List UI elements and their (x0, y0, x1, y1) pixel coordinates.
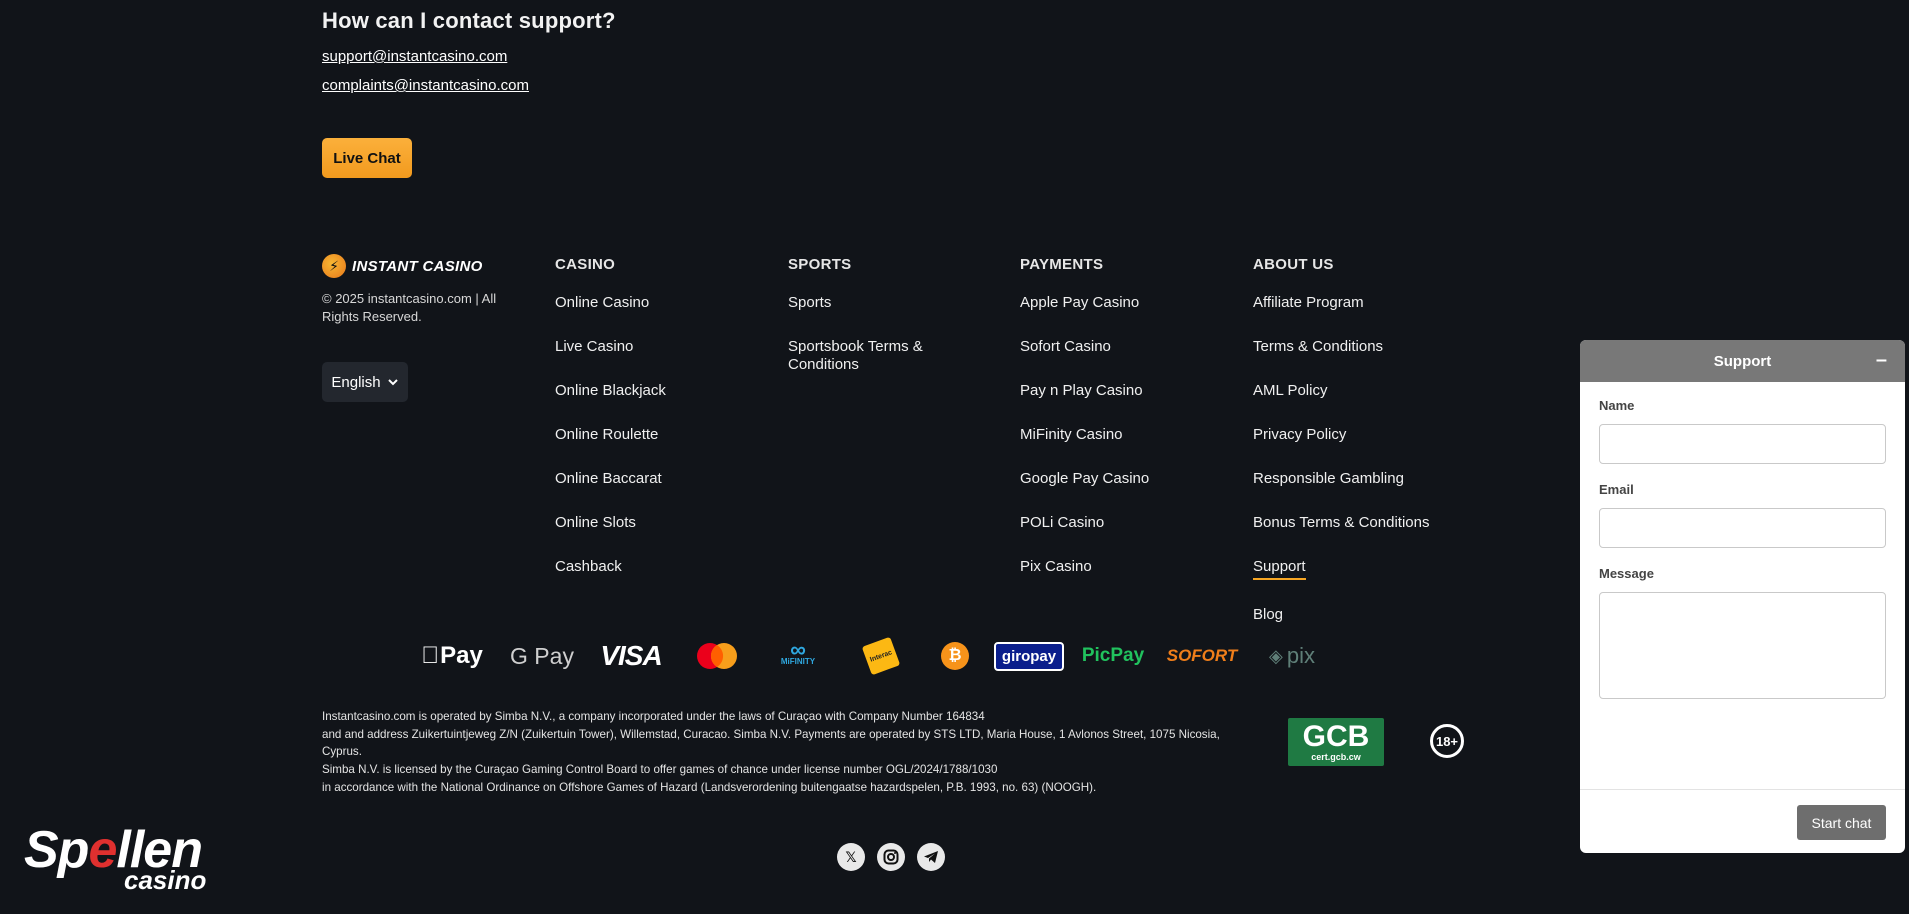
interac-icon: Interac (861, 636, 901, 676)
footer-link[interactable]: Blog (1253, 606, 1429, 624)
google-pay-icon: G Pay (510, 642, 574, 669)
footer-link[interactable]: Apple Pay Casino (1020, 294, 1149, 312)
start-chat-button[interactable]: Start chat (1797, 805, 1886, 840)
column-heading: ABOUT US (1253, 256, 1334, 273)
footer-link[interactable]: Pix Casino (1020, 558, 1149, 576)
support-email-link[interactable]: support@instantcasino.com (322, 48, 616, 65)
footer-link[interactable]: Terms & Conditions (1253, 338, 1429, 356)
footer-link[interactable]: Cashback (555, 558, 666, 576)
footer-link[interactable]: Bonus Terms & Conditions (1253, 514, 1429, 532)
pix-icon: ◈ pix (1269, 643, 1315, 668)
bitcoin-icon: ₿ (940, 638, 970, 674)
picpay-icon: PicPay (1081, 645, 1145, 666)
footer-link[interactable]: Sofort Casino (1020, 338, 1149, 356)
name-label: Name (1599, 398, 1635, 413)
minimize-icon[interactable]: – (1876, 349, 1887, 372)
footer-link[interactable]: AML Policy (1253, 382, 1429, 400)
name-field[interactable] (1599, 424, 1886, 464)
support-widget-title: Support (1713, 352, 1772, 370)
telegram-icon[interactable] (917, 843, 945, 871)
mifinity-icon: ∞ MiFINITY (780, 637, 816, 667)
footer-link[interactable]: Privacy Policy (1253, 426, 1429, 444)
instant-casino-logo[interactable]: ⚡ INSTANT CASINO (322, 254, 512, 278)
footer-link-support-active[interactable]: Support (1253, 558, 1306, 580)
gcb-certificate-badge[interactable]: GCB cert.gcb.cw (1288, 718, 1384, 766)
spellen-casino-watermark: Spellen casino (24, 821, 207, 895)
message-label: Message (1599, 566, 1654, 581)
footer-link[interactable]: Online Blackjack (555, 382, 666, 400)
footer-link[interactable]: Online Baccarat (555, 470, 666, 488)
language-selector[interactable]: English (322, 362, 408, 402)
language-label: English (331, 373, 381, 391)
giropay-icon: giropay (993, 638, 1065, 674)
footer-link[interactable]: Live Casino (555, 338, 666, 356)
support-widget-footer: Start chat (1580, 789, 1905, 853)
message-field[interactable] (1599, 592, 1886, 699)
footer-column-sports: SPORTS Sports Sportsbook Terms & Conditi… (788, 256, 938, 400)
support-widget-header: Support – (1580, 340, 1905, 382)
footer-link[interactable]: Responsible Gambling (1253, 470, 1429, 488)
lightning-icon: ⚡ (322, 254, 346, 278)
visa-icon: VISA (600, 640, 662, 671)
footer-link[interactable]: Sports (788, 294, 938, 312)
support-form: Name Email Message (1580, 382, 1905, 699)
footer-link[interactable]: Online Slots (555, 514, 666, 532)
sofort-icon: SOFORT (1166, 646, 1238, 665)
footer-link[interactable]: Online Casino (555, 294, 666, 312)
footer-column-payments: PAYMENTS Apple Pay Casino Sofort Casino … (1020, 256, 1149, 602)
column-heading: PAYMENTS (1020, 256, 1104, 273)
contact-title: How can I contact support? (322, 8, 616, 33)
footer-link[interactable]: MiFinity Casino (1020, 426, 1149, 444)
age-restriction-icon: 18+ (1430, 724, 1464, 758)
footer-link[interactable]: Pay n Play Casino (1020, 382, 1149, 400)
footer-column-about-us: ABOUT US Affiliate Program Terms & Condi… (1253, 256, 1429, 650)
social-links: 𝕏 (837, 843, 945, 871)
complaints-email-link[interactable]: complaints@instantcasino.com (322, 77, 616, 94)
column-heading: CASINO (555, 256, 616, 273)
column-heading: SPORTS (788, 256, 852, 273)
email-label: Email (1599, 482, 1634, 497)
footer-column-casino: CASINO Online Casino Live Casino Online … (555, 256, 666, 602)
payment-logos-row: Pay G Pay VISA ∞ MiFINITY Interac ₿ gir… (420, 636, 1323, 676)
footer-link[interactable]: POLi Casino (1020, 514, 1149, 532)
mastercard-icon (694, 638, 740, 674)
copyright-text: © 2025 instantcasino.com | All Rights Re… (322, 291, 497, 324)
email-field[interactable] (1599, 508, 1886, 548)
x-twitter-icon[interactable]: 𝕏 (837, 843, 865, 871)
contact-section: How can I contact support? support@insta… (322, 8, 616, 94)
apple-pay-icon: Pay (421, 642, 483, 669)
support-chat-widget: Support – Name Email Message Start chat (1580, 340, 1905, 853)
chevron-down-icon (387, 379, 398, 386)
footer-link[interactable]: Online Roulette (555, 426, 666, 444)
footer-link[interactable]: Sportsbook Terms & Conditions (788, 338, 938, 374)
live-chat-button[interactable]: Live Chat (322, 138, 412, 178)
legal-disclaimer: Instantcasino.com is operated by Simba N… (322, 710, 1220, 794)
footer-link[interactable]: Affiliate Program (1253, 294, 1429, 312)
logo-text: INSTANT CASINO (352, 257, 483, 275)
footer-link[interactable]: Google Pay Casino (1020, 470, 1149, 488)
instagram-icon[interactable] (877, 843, 905, 871)
footer-brand: ⚡ INSTANT CASINO © 2025 instantcasino.co… (322, 254, 512, 402)
